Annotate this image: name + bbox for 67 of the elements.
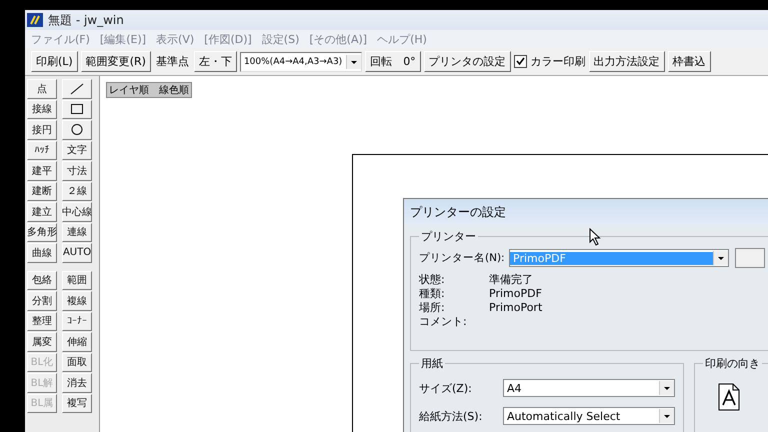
tool-button[interactable]: 建断 [27, 182, 57, 201]
info-label: 種類: [419, 286, 446, 300]
tool-button[interactable]: 中心線 [62, 202, 92, 222]
menu-item[interactable]: ヘルプ(H) [377, 32, 427, 46]
line-icon [70, 82, 84, 95]
circle-icon [70, 123, 84, 136]
group-title: 印刷の向き [704, 356, 761, 371]
toolbar-button[interactable]: 左・下 [194, 51, 237, 72]
info-label: コメント: [419, 314, 468, 328]
toolbar-button[interactable]: 枠書込 [668, 51, 711, 72]
tool-button[interactable]: 接円 [27, 120, 57, 140]
toolbar-button[interactable]: 回転 0° [365, 51, 421, 72]
tool-button[interactable]: 文字 [62, 140, 92, 160]
info-value: PrimoPDF [489, 286, 542, 300]
checkbox-label: カラー印刷 [530, 54, 586, 69]
scale-dropdown[interactable]: 100%(A4→A4,A3→A3) [240, 52, 362, 72]
info-label: 状態: [419, 272, 446, 286]
tool-button[interactable]: 多角形 [27, 222, 57, 242]
mouse-cursor-icon [589, 228, 601, 246]
tool-button[interactable]: 建立 [27, 202, 57, 222]
toolbar-label: 基準点 [154, 54, 190, 69]
tool-button[interactable]: 連線 [62, 222, 92, 242]
dropdown[interactable]: Automatically Select [503, 407, 675, 425]
tool-button[interactable]: 範囲 [62, 270, 92, 290]
tool-button[interactable]: 複線 [62, 291, 92, 310]
tool-button[interactable]: 接線 [27, 100, 57, 119]
info-value: 準備完了 [489, 272, 533, 286]
group-title: プリンター [420, 229, 477, 244]
window-title: 無題 - jw_win [48, 12, 124, 28]
app-icon [27, 13, 43, 27]
field-label: 給紙方法(S): [419, 408, 484, 424]
dialog-title: プリンターの設定 [410, 204, 506, 220]
portrait-page-icon [718, 383, 740, 411]
tool-button[interactable]: 寸法 [62, 161, 92, 180]
tool-button[interactable]: 消去 [62, 373, 92, 392]
dropdown[interactable]: A4 [503, 379, 675, 397]
tool-button[interactable]: ｺｰﾅｰ [62, 312, 92, 331]
tool-button[interactable]: AUTO [62, 243, 92, 262]
rectangle-icon [70, 103, 84, 116]
tool-button[interactable] [62, 120, 92, 140]
toolbar-button[interactable]: 印刷(L) [31, 51, 78, 72]
tool-button[interactable]: ２線 [62, 182, 92, 201]
group-title: 用紙 [420, 356, 444, 371]
tool-button[interactable]: 面取 [62, 352, 92, 372]
menu-item[interactable]: [編集(E)] [100, 32, 146, 46]
field-label: サイズ(Z): [419, 380, 473, 396]
layer-order-label: レイヤ順 線色順 [106, 82, 192, 98]
tool-button[interactable]: 建平 [27, 161, 57, 180]
info-value: PrimoPort [489, 300, 542, 314]
tool-button[interactable]: ﾊｯﾁ [27, 140, 57, 160]
tool-button[interactable] [62, 79, 92, 98]
tool-button[interactable]: 整理 [27, 312, 57, 331]
toolbar-button[interactable]: 出力方法設定 [588, 51, 665, 72]
tool-button[interactable]: 属変 [27, 332, 57, 352]
tool-button[interactable]: 点 [27, 79, 57, 98]
field-label: プリンター名(N): [419, 251, 503, 265]
checkbox[interactable] [514, 55, 527, 68]
toolbar-button[interactable]: プリンタの設定 [424, 51, 511, 72]
tool-button[interactable] [62, 100, 92, 119]
tool-button[interactable]: 分割 [27, 291, 57, 310]
tool-button[interactable]: 複写 [62, 394, 92, 413]
toolbar-button[interactable]: 範囲変更(R) [80, 51, 151, 72]
dialog-button[interactable] [735, 248, 765, 268]
tool-button[interactable]: 伸縮 [62, 332, 92, 352]
info-label: 場所: [419, 300, 446, 314]
tool-button[interactable]: 包絡 [27, 270, 57, 290]
tool-button[interactable]: 曲線 [27, 243, 57, 262]
